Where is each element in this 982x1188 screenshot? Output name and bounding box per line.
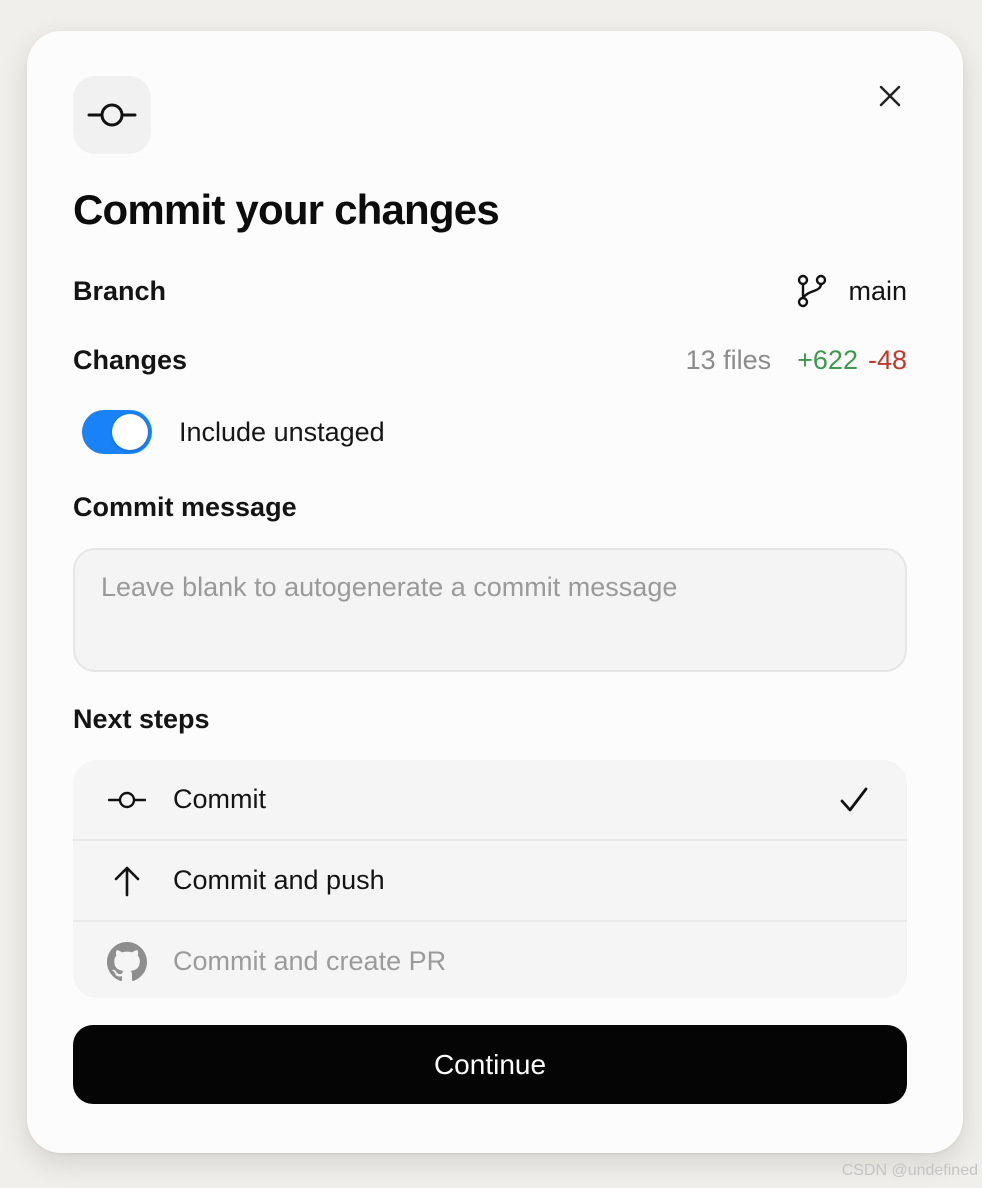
- branch-label: Branch: [73, 275, 167, 306]
- close-button[interactable]: [870, 76, 910, 116]
- git-branch-icon: [794, 274, 828, 308]
- step-label: Commit and create PR: [173, 946, 447, 976]
- commit-message-label: Commit message: [73, 492, 297, 522]
- changes-summary: 13 files +622 -48: [686, 345, 907, 376]
- step-commit-and-push[interactable]: Commit and push: [73, 841, 907, 922]
- include-unstaged-toggle[interactable]: [82, 410, 152, 454]
- include-unstaged-label: Include unstaged: [179, 416, 385, 447]
- deletions-count: -48: [867, 344, 907, 375]
- continue-button[interactable]: Continue: [73, 1025, 907, 1104]
- commit-icon: [107, 780, 147, 820]
- branch-value: main: [794, 274, 907, 308]
- github-icon: [107, 941, 147, 982]
- commit-icon: [73, 76, 151, 154]
- changes-row: Changes 13 files +622 -48: [73, 340, 907, 380]
- branch-name: main: [848, 275, 907, 306]
- checkmark-icon: [839, 786, 869, 814]
- changes-label: Changes: [73, 344, 188, 375]
- step-commit[interactable]: Commit: [73, 760, 907, 841]
- arrow-up-icon: [107, 861, 147, 901]
- step-commit-and-create-pr[interactable]: Commit and create PR: [73, 922, 907, 998]
- additions-count: +622: [797, 344, 858, 375]
- include-unstaged-row: Include unstaged: [82, 409, 385, 455]
- files-count: 13 files: [685, 344, 772, 375]
- commit-message-input[interactable]: [73, 548, 907, 672]
- commit-dialog: Commit your changes Branch main Changes …: [27, 31, 963, 1153]
- dialog-title: Commit your changes: [73, 186, 500, 233]
- next-steps-label: Next steps: [73, 704, 210, 734]
- next-steps-list: Commit Commit and push Commit and create…: [73, 760, 907, 998]
- branch-row: Branch main: [73, 271, 907, 311]
- close-icon: [879, 85, 901, 107]
- watermark: CSDN @undefined: [841, 1162, 978, 1179]
- step-label: Commit: [173, 784, 266, 814]
- step-label: Commit and push: [173, 865, 385, 895]
- toggle-knob: [112, 414, 148, 450]
